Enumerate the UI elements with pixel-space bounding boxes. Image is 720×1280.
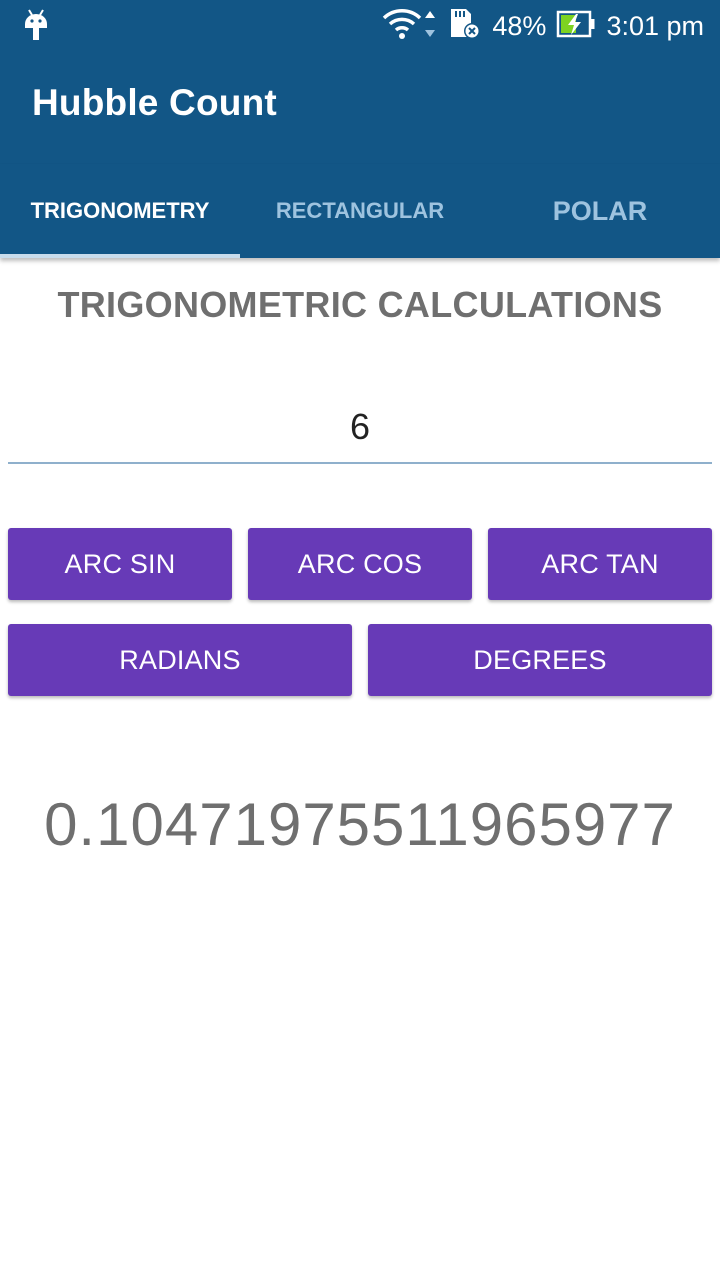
screen: 48% 3:01 pm Hubble Count TRIGONOMETRY RE… <box>0 0 720 1280</box>
tab-bar: TRIGONOMETRY RECTANGULAR POLAR <box>0 164 720 258</box>
arc-sin-button[interactable]: ARC SIN <box>8 528 232 600</box>
android-debug-icon <box>22 8 50 42</box>
tab-polar[interactable]: POLAR <box>480 164 720 258</box>
app-title: Hubble Count <box>32 82 277 123</box>
result-value: 0.10471975511965977 <box>44 791 676 858</box>
degrees-button[interactable]: DEGREES <box>368 624 712 696</box>
value-input-container <box>8 392 712 466</box>
status-bar: 48% 3:01 pm <box>0 0 720 52</box>
tab-selected-indicator <box>0 254 240 258</box>
radians-button[interactable]: RADIANS <box>8 624 352 696</box>
wifi-icon <box>382 7 438 46</box>
tab-rectangular[interactable]: RECTANGULAR <box>240 164 480 258</box>
clock: 3:01 pm <box>606 10 704 41</box>
status-icons: 48% 3:01 pm <box>382 0 704 52</box>
tab-trigonometry[interactable]: TRIGONOMETRY <box>0 164 240 258</box>
arc-cos-button[interactable]: ARC COS <box>248 528 472 600</box>
value-input[interactable] <box>8 392 712 464</box>
app-bar: Hubble Count <box>0 52 720 164</box>
battery-percent: 48% <box>492 10 547 41</box>
battery-charging-icon <box>556 9 596 44</box>
arc-tan-button[interactable]: ARC TAN <box>488 528 712 600</box>
section-title: TRIGONOMETRIC CALCULATIONS <box>57 284 663 325</box>
sd-card-error-icon <box>448 7 482 46</box>
